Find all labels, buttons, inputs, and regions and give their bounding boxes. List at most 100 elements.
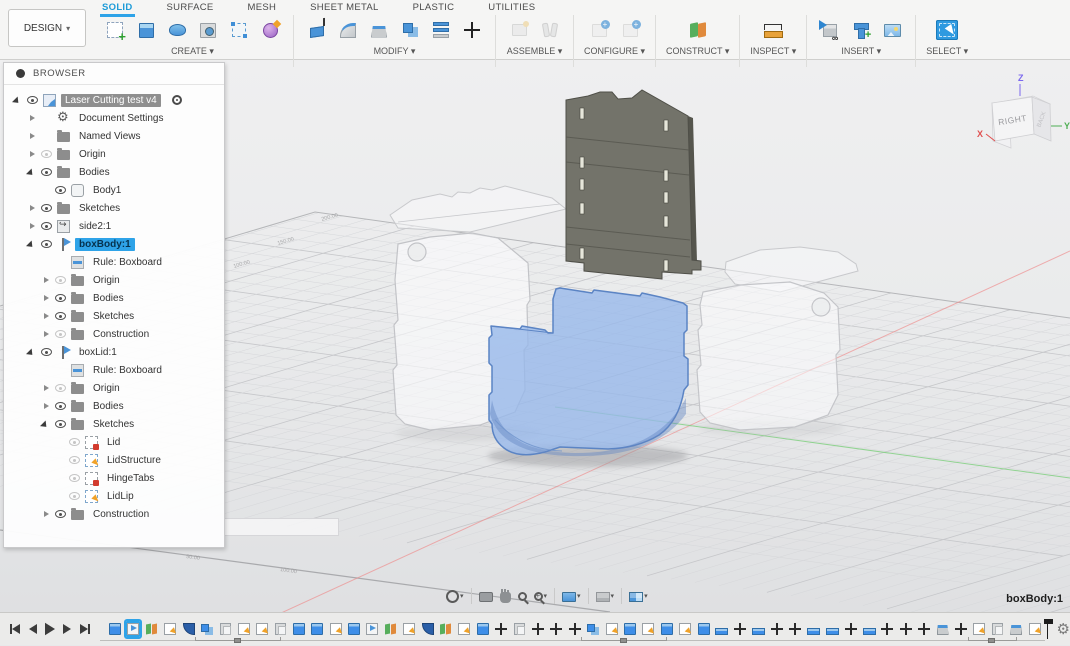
browser-row-label[interactable]: boxBody:1 <box>75 238 135 251</box>
chevron-down-icon[interactable]: ▾ <box>460 592 464 600</box>
browser-row-construction[interactable]: Construction <box>4 505 224 523</box>
browser-row-label[interactable]: Lid <box>103 436 124 449</box>
timeline-settings-gear-icon[interactable]: ⚙ <box>1057 622 1070 637</box>
browser-row-label[interactable]: Bodies <box>75 166 114 179</box>
visibility-eye-icon[interactable] <box>41 222 52 230</box>
timeline-feature-component-icon[interactable] <box>365 621 379 637</box>
visibility-eye-icon[interactable] <box>69 492 80 500</box>
collapse-arrow-icon[interactable] <box>28 240 36 248</box>
create-form-icon[interactable] <box>257 17 283 43</box>
canvas-icon[interactable] <box>879 17 905 43</box>
expand-arrow-icon[interactable] <box>42 384 50 392</box>
tab-mesh[interactable]: MESH <box>246 0 279 14</box>
combine-icon[interactable] <box>397 17 423 43</box>
expand-arrow-icon[interactable] <box>42 510 50 518</box>
configuration-icon[interactable] <box>586 17 612 43</box>
timeline-feature-component-icon[interactable] <box>126 621 140 637</box>
expand-arrow-icon[interactable] <box>28 222 36 230</box>
group-label-insert[interactable]: INSERT ▾ <box>841 46 881 57</box>
browser-row-bodies[interactable]: Bodies <box>4 163 224 181</box>
timeline-feature-sweep-icon[interactable] <box>421 621 435 637</box>
construction-plane-icon[interactable] <box>685 17 711 43</box>
orbit-button[interactable]: ▾ <box>446 590 464 603</box>
timeline-feature-combine-icon[interactable] <box>200 621 214 637</box>
timeline-feature-paste-icon[interactable] <box>218 621 232 637</box>
chevron-down-icon[interactable]: ▾ <box>577 592 581 600</box>
timeline-feature-sketch-icon[interactable] <box>255 621 269 637</box>
browser-row-laser-cutting-test-v4[interactable]: Laser Cutting test v4 <box>4 91 224 109</box>
browser-row-hingetabs[interactable]: HingeTabs <box>4 469 224 487</box>
browser-row-label[interactable]: Sketches <box>75 202 124 215</box>
timeline-feature-move-icon[interactable] <box>788 621 802 637</box>
expand-arrow-icon[interactable] <box>42 294 50 302</box>
timeline-feature-sketch-icon[interactable] <box>329 621 343 637</box>
group-collapse-handle[interactable] <box>988 638 995 643</box>
hole-icon[interactable] <box>195 17 221 43</box>
timeline-feature-move-icon[interactable] <box>954 621 968 637</box>
timeline-feature-flat-icon[interactable] <box>825 621 839 637</box>
visibility-eye-icon[interactable] <box>41 348 52 356</box>
visibility-eye-icon[interactable] <box>69 456 80 464</box>
browser-row-label[interactable]: LidLip <box>103 490 138 503</box>
timeline-feature-sketch-icon[interactable] <box>972 621 986 637</box>
timeline-feature-sketch-icon[interactable] <box>163 621 177 637</box>
browser-row-named-views[interactable]: Named Views <box>4 127 224 145</box>
browser-row-sketches[interactable]: Sketches <box>4 199 224 217</box>
browser-row-label[interactable]: Sketches <box>89 418 138 431</box>
timeline-feature-body-icon[interactable] <box>310 621 324 637</box>
pan-button[interactable] <box>500 590 511 603</box>
browser-row-bodies[interactable]: Bodies <box>4 397 224 415</box>
browser-row-label[interactable]: Rule: Boxboard <box>89 364 166 377</box>
visibility-eye-icon[interactable] <box>55 312 66 320</box>
timeline-feature-body-icon[interactable] <box>623 621 637 637</box>
timeline-feature-sketch-icon[interactable] <box>237 621 251 637</box>
timeline-feature-flat-icon[interactable] <box>715 621 729 637</box>
group-label-configure[interactable]: CONFIGURE ▾ <box>584 46 645 57</box>
visibility-eye-icon[interactable] <box>41 168 52 176</box>
timeline-feature-flat-icon[interactable] <box>807 621 821 637</box>
browser-row-sketches[interactable]: Sketches <box>4 415 224 433</box>
play-button[interactable] <box>46 622 54 636</box>
visibility-eye-icon[interactable] <box>55 384 66 392</box>
collapse-arrow-icon[interactable] <box>14 96 22 104</box>
browser-row-label[interactable]: Origin <box>89 382 124 395</box>
offset-face-icon[interactable] <box>428 17 454 43</box>
timeline-feature-move-icon[interactable] <box>899 621 913 637</box>
timeline-feature-paste-icon[interactable] <box>513 621 527 637</box>
browser-row-label[interactable]: Origin <box>89 274 124 287</box>
timeline-feature-body-icon[interactable] <box>660 621 674 637</box>
visibility-eye-icon[interactable] <box>69 438 80 446</box>
design-menu-button[interactable]: DESIGN ▾ <box>8 9 86 47</box>
expand-arrow-icon[interactable] <box>42 276 50 284</box>
timeline-feature-move-icon[interactable] <box>531 621 545 637</box>
browser-row-origin[interactable]: Origin <box>4 271 224 289</box>
timeline-feature-shell-icon[interactable] <box>936 621 950 637</box>
visibility-eye-icon[interactable] <box>55 330 66 338</box>
tab-sheet-metal[interactable]: SHEET METAL <box>308 0 380 14</box>
timeline-feature-shell-icon[interactable] <box>1009 621 1023 637</box>
group-label-construct[interactable]: CONSTRUCT ▾ <box>666 46 729 57</box>
timeline-feature-body-icon[interactable] <box>476 621 490 637</box>
browser-row-sketches[interactable]: Sketches <box>4 307 224 325</box>
visibility-eye-icon[interactable] <box>69 474 80 482</box>
fillet-icon[interactable] <box>335 17 361 43</box>
browser-row-side2-1[interactable]: side2:1 <box>4 217 224 235</box>
browser-row-lidlip[interactable]: LidLip <box>4 487 224 505</box>
browser-row-construction[interactable]: Construction <box>4 325 224 343</box>
timeline-feature-flat-icon[interactable] <box>862 621 876 637</box>
zoom-button[interactable] <box>518 592 527 601</box>
expand-arrow-icon[interactable] <box>28 132 36 140</box>
timeline-feature-sketch-icon[interactable] <box>402 621 416 637</box>
insert-derive-icon[interactable] <box>817 17 843 43</box>
group-label-select[interactable]: SELECT ▾ <box>926 46 968 57</box>
browser-row-label[interactable]: Rule: Boxboard <box>89 256 166 269</box>
timeline-feature-move-icon[interactable] <box>568 621 582 637</box>
timeline-position-marker[interactable] <box>1047 619 1048 639</box>
timeline-feature-move-icon[interactable] <box>880 621 894 637</box>
create-sketch-icon[interactable] <box>102 17 128 43</box>
timeline-feature-move-icon[interactable] <box>770 621 784 637</box>
browser-resize-handle[interactable] <box>225 518 339 536</box>
group-label-modify[interactable]: MODIFY ▾ <box>374 46 416 57</box>
visibility-eye-icon[interactable] <box>55 420 66 428</box>
press-pull-icon[interactable] <box>304 17 330 43</box>
